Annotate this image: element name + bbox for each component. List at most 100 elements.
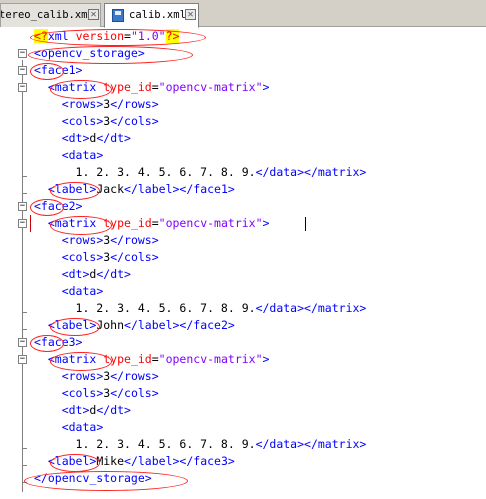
code-line: <dt>d</dt> (34, 130, 131, 147)
fold-end-marker (22, 465, 27, 466)
code-line: <cols>3</cols> (34, 249, 159, 266)
code-token: </dt> (96, 403, 131, 417)
code-token: > (262, 80, 270, 94)
fold-line (22, 77, 23, 191)
code-token: = (151, 216, 159, 230)
code-token: </label></face1> (124, 182, 235, 196)
code-token: 1. 2. 3. 4. 5. 6. 7. 8. 9. (34, 437, 256, 451)
code-token: John (96, 318, 125, 332)
code-token: "opencv-matrix" (158, 80, 263, 94)
close-icon[interactable]: ✕ (185, 9, 196, 20)
code-token: 1. 2. 3. 4. 5. 6. 7. 8. 9. (34, 301, 256, 315)
minus-box-icon[interactable]: − (18, 49, 27, 58)
minus-box-icon[interactable]: − (18, 66, 27, 75)
code-token: = (151, 352, 159, 366)
current-line-marker (30, 215, 31, 232)
code-token: </dt> (96, 267, 131, 281)
code-token: > (262, 352, 270, 366)
code-token: <cols> (61, 114, 104, 128)
code-token: <data> (61, 148, 104, 162)
code-token: <rows> (61, 369, 104, 383)
tab-label: calib.xml (129, 9, 186, 21)
code-token: <cols> (61, 250, 104, 264)
code-token: 1. 2. 3. 4. 5. 6. 7. 8. 9. (34, 165, 256, 179)
annotation-circle (30, 199, 64, 216)
code-line: <rows>3</rows> (34, 232, 159, 249)
minus-box-icon[interactable]: − (18, 219, 27, 228)
fold-end-marker (22, 176, 27, 177)
code-line: <dt>d</dt> (34, 402, 131, 419)
code-token: </cols> (110, 114, 159, 128)
annotation-circle (24, 471, 188, 491)
code-token: </dt> (96, 131, 131, 145)
code-token: </label></face3> (124, 454, 235, 468)
annotation-circle (50, 216, 112, 235)
code-token: > (262, 216, 270, 230)
fold-end-marker (22, 329, 27, 330)
code-token: "opencv-matrix" (158, 352, 263, 366)
code-token: <cols> (61, 386, 104, 400)
annotation-circle (30, 335, 64, 352)
code-token: </rows> (110, 97, 159, 111)
code-token: </label></face2> (124, 318, 235, 332)
fold-end-marker (22, 448, 27, 449)
minus-box-icon[interactable]: − (18, 202, 27, 211)
code-token: = (151, 80, 159, 94)
code-token: Jack (96, 182, 125, 196)
code-token: </rows> (110, 233, 159, 247)
annotation-circle (50, 182, 100, 200)
code-token: </rows> (110, 369, 159, 383)
code-line: <cols>3</cols> (34, 113, 159, 130)
code-line: <cols>3</cols> (34, 385, 159, 402)
code-token: <data> (61, 284, 104, 298)
annotation-circle (50, 318, 100, 336)
code-line: <data> (34, 147, 104, 164)
annotation-circle (28, 46, 193, 64)
code-line: 1. 2. 3. 4. 5. 6. 7. 8. 9.</data></matri… (34, 300, 367, 317)
code-token: <dt> (61, 131, 90, 145)
code-line: <dt>d</dt> (34, 266, 131, 283)
code-token: "opencv-matrix" (158, 216, 263, 230)
tab-bar: tereo_calib.xml ✕ calib.xml ✕ (0, 0, 486, 28)
minus-box-icon[interactable]: − (18, 338, 27, 347)
text-caret (305, 217, 306, 231)
minus-box-icon[interactable]: − (18, 83, 27, 92)
fold-end-marker (22, 312, 27, 313)
minus-box-icon[interactable]: − (18, 355, 27, 364)
tab-calib[interactable]: calib.xml ✕ (104, 3, 199, 28)
code-token: <rows> (61, 97, 104, 111)
annotation-circle (30, 63, 64, 80)
code-line: <rows>3</rows> (34, 368, 159, 385)
code-token: <rows> (61, 233, 104, 247)
code-token: <dt> (61, 403, 90, 417)
tab-tereo-calib[interactable]: tereo_calib.xml ✕ (0, 3, 101, 27)
code-token: </cols> (110, 386, 159, 400)
annotation-circle (50, 352, 112, 371)
annotation-circle (30, 29, 206, 46)
code-token: </data></matrix> (255, 165, 367, 179)
annotation-circle (50, 80, 112, 99)
code-line: 1. 2. 3. 4. 5. 6. 7. 8. 9.</data></matri… (34, 436, 367, 453)
code-token: </data></matrix> (255, 301, 367, 315)
code-token: Mike (96, 454, 125, 468)
code-line: <data> (34, 419, 104, 436)
fold-end-marker (22, 193, 27, 194)
code-token: </data></matrix> (255, 437, 367, 451)
editor-code-area[interactable]: <?xml version="1.0"?> <opencv_storage> <fa… (34, 28, 486, 499)
close-icon[interactable]: ✕ (88, 9, 99, 20)
